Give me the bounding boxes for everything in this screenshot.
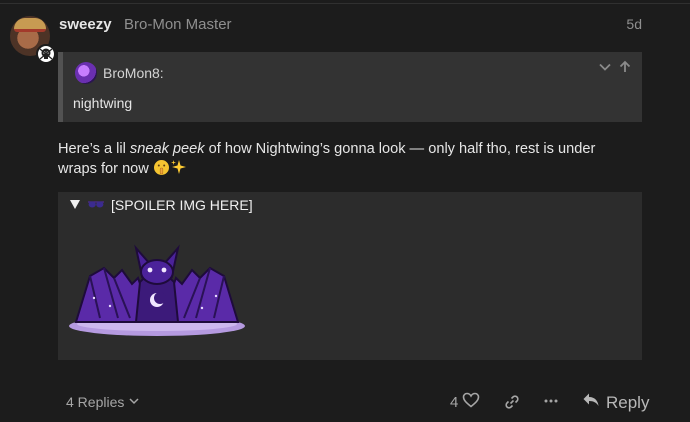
quote-text: nightwing	[73, 95, 133, 111]
quote-author[interactable]: BroMon8:	[103, 65, 164, 81]
like-button[interactable]: 4	[450, 392, 480, 412]
top-divider	[0, 3, 690, 4]
spoiler-details: [SPOILER IMG HERE]	[58, 192, 642, 360]
ellipsis-icon[interactable]	[543, 392, 559, 415]
nightwing-dragon-image[interactable]	[66, 238, 248, 338]
reply-button[interactable]: Reply	[582, 392, 649, 413]
skull-flair-icon	[36, 44, 56, 64]
triangle-down-icon	[69, 197, 81, 213]
straw-hat-shape	[14, 18, 46, 32]
quote-controls	[598, 60, 632, 79]
show-replies-button[interactable]: 4 Replies	[66, 394, 140, 410]
reply-label: Reply	[606, 392, 650, 412]
post-date[interactable]: 5d	[626, 16, 642, 32]
sunglasses-icon	[87, 197, 105, 213]
body-emphasis: sneak peek	[129, 141, 205, 157]
heart-icon	[462, 392, 480, 412]
shushing-face-icon	[153, 159, 170, 182]
reply-arrow-icon	[582, 392, 600, 413]
post-controls: 4 Replies 4 Reply	[0, 380, 690, 422]
post-body: Here’s a lil sneak peek of how Nightwing…	[58, 139, 638, 182]
spoiler-summary[interactable]: [SPOILER IMG HERE]	[69, 197, 253, 213]
chevron-down-icon	[128, 394, 140, 410]
sparkles-icon	[170, 159, 187, 182]
username-link[interactable]: sweezy	[59, 16, 112, 33]
chevron-down-icon[interactable]	[598, 60, 612, 79]
user-avatar[interactable]	[10, 16, 56, 64]
like-count: 4	[450, 393, 459, 411]
user-title: Bro-Mon Master	[124, 16, 232, 33]
spoiler-summary-label: [SPOILER IMG HERE]	[111, 197, 253, 213]
link-icon[interactable]	[504, 394, 520, 415]
body-text-start: Here’s a lil	[58, 141, 130, 157]
arrow-up-icon[interactable]	[618, 60, 632, 79]
replies-label: 4 Replies	[66, 394, 125, 410]
quote-author-avatar	[75, 62, 97, 84]
quote-block: BroMon8: nightwing	[58, 52, 642, 122]
